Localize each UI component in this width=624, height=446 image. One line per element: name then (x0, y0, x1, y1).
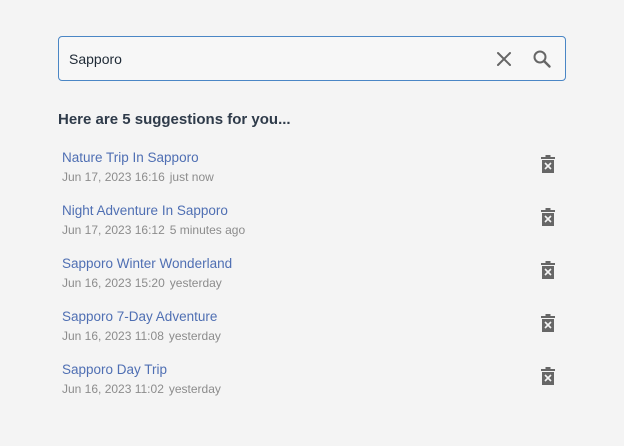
suggestion-relative-time: yesterday (168, 329, 221, 343)
suggestion-meta: Jun 16, 2023 11:08 yesterday (62, 329, 562, 343)
suggestion-relative-time: yesterday (168, 382, 221, 396)
delete-button[interactable] (537, 206, 559, 228)
list-item: Sapporo Winter Wonderland Jun 16, 2023 1… (62, 256, 562, 309)
delete-button[interactable] (537, 153, 559, 175)
suggestion-date: Jun 16, 2023 11:02 (62, 382, 164, 396)
list-item: Sapporo Day Trip Jun 16, 2023 11:02 yeste… (62, 362, 562, 415)
trash-icon (541, 261, 555, 279)
suggestion-date: Jun 16, 2023 15:20 (62, 276, 165, 290)
suggestion-link[interactable]: Sapporo Day Trip (62, 362, 562, 378)
suggestion-relative-time: just now (169, 170, 214, 184)
suggestion-meta: Jun 17, 2023 16:16 just now (62, 170, 562, 184)
search-input[interactable] (59, 37, 485, 80)
suggestion-list: Nature Trip In Sapporo Jun 17, 2023 16:1… (62, 150, 562, 415)
list-item: Sapporo 7-Day Adventure Jun 16, 2023 11:… (62, 309, 562, 362)
close-icon (497, 51, 511, 66)
trash-icon (541, 314, 555, 332)
suggestion-date: Jun 17, 2023 16:16 (62, 170, 165, 184)
suggestion-date: Jun 16, 2023 11:08 (62, 329, 164, 343)
trash-icon (541, 208, 555, 226)
suggestion-meta: Jun 16, 2023 15:20 yesterday (62, 276, 562, 290)
suggestion-relative-time: 5 minutes ago (169, 223, 246, 237)
search-icon (533, 50, 551, 68)
suggestion-date: Jun 17, 2023 16:12 (62, 223, 165, 237)
suggestion-meta: Jun 17, 2023 16:12 5 minutes ago (62, 223, 562, 237)
search-box (58, 36, 566, 81)
clear-button[interactable] (485, 37, 523, 80)
delete-button[interactable] (537, 365, 559, 387)
delete-button[interactable] (537, 312, 559, 334)
list-item: Nature Trip In Sapporo Jun 17, 2023 16:1… (62, 150, 562, 203)
trash-icon (541, 155, 555, 173)
list-item: Night Adventure In Sapporo Jun 17, 2023 … (62, 203, 562, 256)
suggestion-link[interactable]: Nature Trip In Sapporo (62, 150, 562, 166)
delete-button[interactable] (537, 259, 559, 281)
suggestion-meta: Jun 16, 2023 11:02 yesterday (62, 382, 562, 396)
trash-icon (541, 367, 555, 385)
suggestion-link[interactable]: Sapporo 7-Day Adventure (62, 309, 562, 325)
suggestion-link[interactable]: Sapporo Winter Wonderland (62, 256, 562, 272)
search-button[interactable] (523, 37, 561, 80)
suggestion-link[interactable]: Night Adventure In Sapporo (62, 203, 562, 219)
suggestion-relative-time: yesterday (169, 276, 222, 290)
suggestions-heading: Here are 5 suggestions for you... (58, 111, 291, 128)
